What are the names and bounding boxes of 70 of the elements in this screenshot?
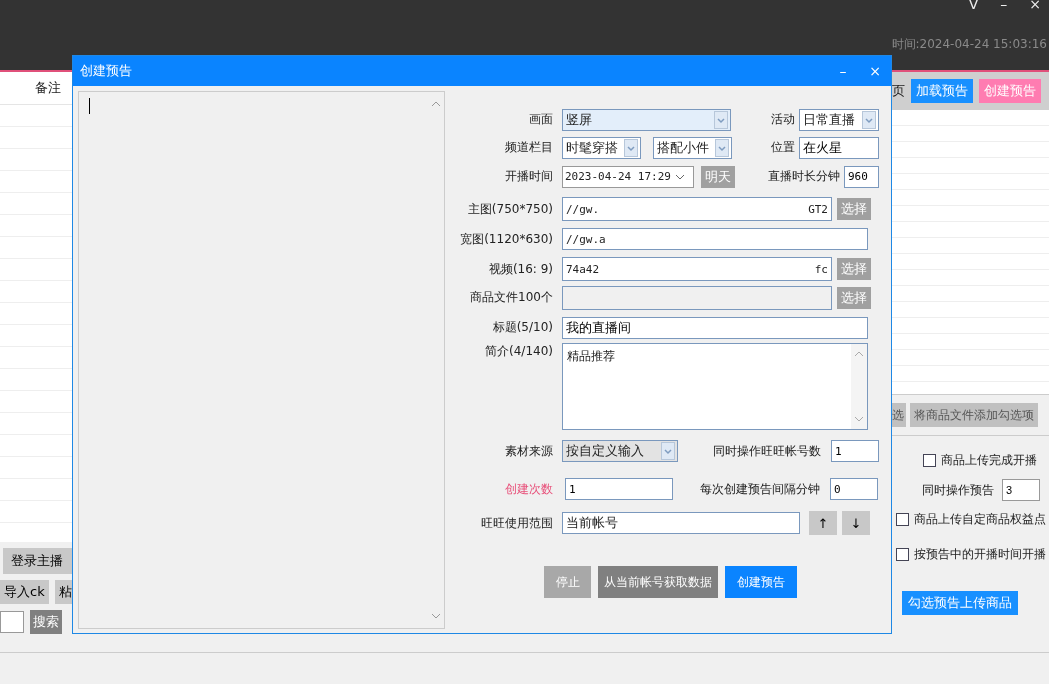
checkbox[interactable] bbox=[896, 513, 909, 526]
chevron-down-icon bbox=[675, 173, 685, 180]
field-label: 同时操作旺旺帐号数 bbox=[712, 442, 821, 460]
scroll-down-icon[interactable] bbox=[854, 415, 864, 423]
window-control[interactable]: – bbox=[996, 0, 1012, 12]
option-label: 商品上传完成开播 bbox=[941, 452, 1037, 469]
page-label: 页 bbox=[892, 82, 905, 100]
checkbox[interactable] bbox=[923, 454, 936, 467]
accounts-field[interactable]: 1 bbox=[831, 440, 879, 462]
channel-select[interactable]: 时髦穿搭 bbox=[562, 136, 641, 159]
dropdown-icon bbox=[862, 110, 876, 129]
import-button[interactable]: 导入ck bbox=[0, 580, 49, 604]
field-label: 位置 bbox=[771, 139, 795, 156]
field-label: 主图(750*750) bbox=[466, 200, 553, 218]
window-control[interactable]: × bbox=[1025, 0, 1045, 12]
dropdown-icon bbox=[715, 138, 729, 157]
window-control[interactable]: × bbox=[859, 63, 891, 79]
add-files-button[interactable]: 将商品文件添加勾选项 bbox=[910, 403, 1038, 427]
field-label: 创建次数 bbox=[504, 480, 553, 498]
count-field[interactable]: 1 bbox=[565, 478, 673, 500]
search-button[interactable]: 搜索 bbox=[30, 610, 62, 634]
field-label: 频道栏目 bbox=[504, 139, 553, 156]
scroll-up-icon[interactable] bbox=[854, 350, 864, 358]
search-field[interactable] bbox=[0, 611, 24, 633]
subchannel-select[interactable]: 搭配小件 bbox=[653, 136, 732, 159]
number-field[interactable]: 3 bbox=[1002, 479, 1040, 501]
field-label: 开播时间 bbox=[504, 168, 553, 185]
move-up-button[interactable]: ↑ bbox=[809, 511, 837, 535]
field-label: 简介(4/140) bbox=[484, 343, 553, 360]
action-button[interactable]: 创建预告 bbox=[725, 566, 797, 598]
wide-image-field[interactable]: //gw.a bbox=[562, 228, 868, 250]
field-label: 视频(16: 9) bbox=[487, 260, 553, 278]
field-label: 宽图(1120*630) bbox=[459, 230, 553, 248]
move-down-button[interactable]: ↓ bbox=[842, 511, 870, 535]
title-field[interactable]: 我的直播间 bbox=[562, 316, 868, 339]
field-label: 活动 bbox=[771, 111, 795, 128]
action-button[interactable]: 从当前帐号获取数据 bbox=[598, 566, 718, 598]
field-label: 标题(5/10) bbox=[491, 319, 553, 336]
option-label: 同时操作预告 bbox=[922, 481, 994, 499]
field-label: 商品文件100个 bbox=[469, 289, 553, 306]
main-image-field[interactable]: //gw. GT2 bbox=[562, 197, 832, 221]
option-label: 按预告中的开播时间开播 bbox=[914, 546, 1046, 563]
field-label: 每次创建预告间隔分钟 bbox=[699, 480, 820, 498]
video-field[interactable]: 74a42 fc bbox=[562, 257, 832, 281]
window-control[interactable]: – bbox=[827, 63, 859, 79]
field-label: 画面 bbox=[528, 111, 553, 128]
text-cursor bbox=[89, 98, 90, 114]
interval-field[interactable]: 0 bbox=[830, 478, 878, 500]
scroll-down-icon[interactable] bbox=[430, 612, 441, 620]
field-label: 直播时长分钟 bbox=[768, 168, 840, 185]
field-label: 旺旺使用范围 bbox=[480, 514, 553, 532]
dropdown-icon bbox=[661, 442, 675, 460]
license-info: 时间:2024-04-24 15:03:16 bbox=[891, 36, 1047, 53]
scope-select[interactable]: 当前帐号 bbox=[562, 512, 800, 534]
scroll-up-icon[interactable] bbox=[430, 100, 441, 108]
activity-select[interactable]: 日常直播 bbox=[799, 108, 879, 131]
location-field[interactable]: 在火星 bbox=[799, 136, 879, 159]
screen-select[interactable]: 竖屏 bbox=[562, 108, 731, 131]
option-label: 商品上传自定商品权益点 bbox=[914, 511, 1046, 528]
duration-field[interactable]: 960 bbox=[844, 165, 879, 188]
dialog-title: 创建预告 bbox=[80, 62, 133, 80]
intro-textarea[interactable]: 精品推荐 bbox=[562, 343, 868, 430]
dropdown-icon bbox=[624, 138, 638, 157]
datetime-picker[interactable]: 2023-04-24 17:29 bbox=[562, 165, 694, 188]
product-file-field[interactable] bbox=[562, 285, 832, 310]
field-label: 素材来源 bbox=[504, 442, 553, 460]
dropdown-icon bbox=[714, 110, 728, 129]
source-select[interactable]: 按自定义输入 bbox=[562, 440, 678, 462]
column-header: 备注 bbox=[35, 79, 61, 97]
checkbox[interactable] bbox=[896, 548, 909, 561]
